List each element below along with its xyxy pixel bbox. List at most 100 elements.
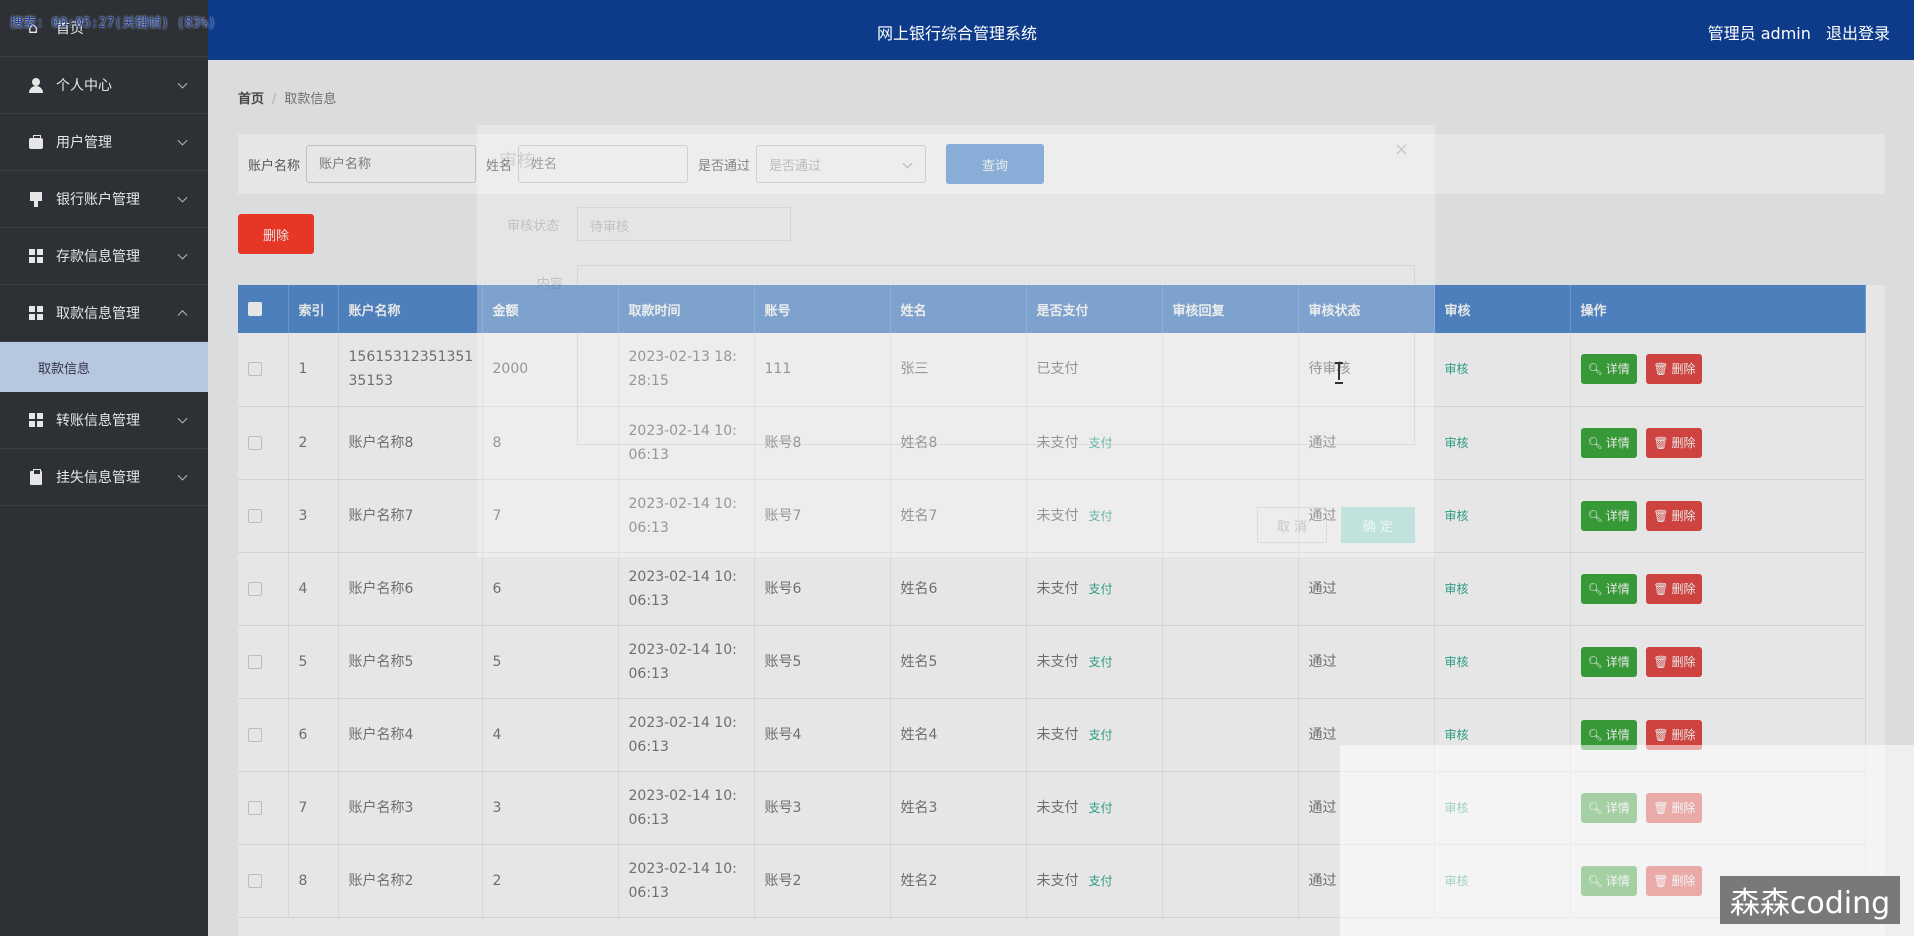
cell-name: 姓名4 (890, 698, 1027, 772)
cell-audit: 审核 (1434, 479, 1571, 553)
cell-account: 账户名称3 (338, 771, 483, 845)
row-checkbox[interactable] (248, 508, 262, 523)
row-checkbox[interactable] (248, 727, 262, 742)
breadcrumb-home[interactable]: 首页 (238, 92, 264, 107)
row-checkbox[interactable] (248, 873, 262, 888)
table-row: 4 账户名称6 6 2023-02-14 10:06:13 账号6 姓名6 未支付 支付 通过审… (238, 552, 1866, 626)
pay-link[interactable]: 支付 (1089, 801, 1113, 815)
sidebar-item-bank-accounts[interactable]: 银行账户管理 (0, 171, 208, 228)
admin-label: 管理员 admin (1707, 24, 1811, 43)
sidebar-item-label: 转账信息管理 (56, 413, 140, 429)
cell-reply (1162, 844, 1299, 918)
pay-link[interactable]: 支付 (1089, 655, 1113, 669)
chevron-down-icon (177, 470, 188, 481)
sidebar-item-withdrawals[interactable]: 取款信息管理 (0, 285, 208, 342)
sidebar-item-transfers[interactable]: 转账信息管理 (0, 392, 208, 449)
sidebar-item-profile[interactable]: 个人中心 (0, 57, 208, 114)
cell-audit: 审核 (1434, 625, 1571, 699)
account-name-input[interactable] (306, 145, 477, 183)
sidebar-item-deposits[interactable]: 存款信息管理 (0, 228, 208, 285)
dialog-confirm-button[interactable]: 确 定 (1341, 507, 1415, 543)
dialog-cancel-button[interactable]: 取 消 (1257, 507, 1327, 543)
grid-icon (28, 248, 44, 264)
cell-actions: 🔍︎详情 🗑︎删除 (1570, 625, 1866, 699)
text-cursor-icon (1335, 362, 1343, 384)
chevron-down-icon (177, 413, 188, 424)
audit-link[interactable]: 审核 (1445, 436, 1469, 450)
detail-label: 详情 (1605, 654, 1630, 669)
sidebar-subitem-label: 取款信息 (38, 361, 91, 377)
cell-index: 5 (288, 625, 339, 699)
row-delete-button[interactable]: 🗑︎删除 (1646, 646, 1703, 677)
cell-actions: 🔍︎详情 🗑︎删除 (1570, 552, 1866, 626)
row-checkbox[interactable] (248, 362, 262, 377)
close-icon[interactable]: × (1394, 139, 1409, 160)
pay-link[interactable]: 支付 (1089, 728, 1113, 742)
sidebar-item-users[interactable]: 用户管理 (0, 114, 208, 171)
row-delete-button[interactable]: 🗑︎删除 (1646, 573, 1703, 604)
chevron-down-icon (177, 78, 188, 89)
detail-button[interactable]: 🔍︎详情 (1580, 646, 1637, 677)
cell-account: 账户名称6 (338, 552, 483, 626)
paid-status: 未支付 (1036, 726, 1079, 743)
delete-label: 删除 (1671, 654, 1696, 669)
sidebar-item-label: 存款信息管理 (56, 249, 140, 265)
clipboard-icon (28, 469, 44, 485)
paid-status: 未支付 (1036, 653, 1079, 670)
pay-link[interactable]: 支付 (1089, 582, 1113, 596)
user-area: 管理员 admin 退出登录 (1698, 20, 1890, 44)
sidebar-item-loss-reports[interactable]: 挂失信息管理 (0, 449, 208, 506)
logout-link[interactable]: 退出登录 (1826, 24, 1890, 43)
cell-acct_no: 账号6 (754, 552, 891, 626)
detail-button[interactable]: 🔍︎详情 (1580, 500, 1637, 531)
breadcrumb: 首页 / 取款信息 (238, 88, 336, 107)
search-icon: 🔍︎ (1587, 435, 1603, 450)
detail-label: 详情 (1605, 581, 1630, 596)
dialog-reply-textarea[interactable] (577, 265, 1415, 445)
briefcase-icon (28, 134, 44, 150)
detail-button[interactable]: 🔍︎详情 (1580, 354, 1637, 385)
select-all-checkbox[interactable] (248, 302, 262, 316)
dialog-status-select[interactable]: 待审核 (577, 207, 791, 241)
audit-link[interactable]: 审核 (1445, 582, 1469, 596)
cell-account: 账户名称7 (338, 479, 483, 553)
cell-name: 姓名5 (890, 625, 1027, 699)
row-checkbox[interactable] (248, 435, 262, 450)
column-header: 索引 (288, 285, 339, 333)
cell-amount: 4 (482, 698, 619, 772)
audit-link[interactable]: 审核 (1445, 655, 1469, 669)
batch-delete-button[interactable]: 删除 (238, 214, 314, 254)
cell-index: 6 (288, 698, 339, 772)
row-delete-button[interactable]: 🗑︎删除 (1646, 427, 1703, 458)
cell-name: 姓名3 (890, 771, 1027, 845)
chevron-up-icon (177, 310, 188, 321)
detail-label: 详情 (1605, 362, 1630, 377)
cell-reply (1162, 698, 1299, 772)
row-checkbox[interactable] (248, 654, 262, 669)
sidebar-item-label: 个人中心 (56, 78, 112, 94)
detail-button[interactable]: 🔍︎详情 (1580, 573, 1637, 604)
row-checkbox[interactable] (248, 581, 262, 596)
cell-time: 2023-02-14 10:06:13 (618, 698, 755, 772)
cell-actions: 🔍︎详情 🗑︎删除 (1570, 333, 1866, 407)
cell-acct_no: 账号4 (754, 698, 891, 772)
row-checkbox-cell (238, 333, 289, 407)
detail-button[interactable]: 🔍︎详情 (1580, 427, 1637, 458)
cell-account: 账户名称5 (338, 625, 483, 699)
row-checkbox-cell (238, 698, 289, 772)
audit-link[interactable]: 审核 (1445, 728, 1469, 742)
row-delete-button[interactable]: 🗑︎删除 (1646, 500, 1703, 531)
breadcrumb-separator: / (272, 92, 277, 107)
trash-icon: 🗑︎ (1653, 435, 1669, 450)
row-delete-button[interactable]: 🗑︎删除 (1646, 354, 1703, 385)
paid-status: 未支付 (1036, 580, 1079, 597)
row-checkbox[interactable] (248, 800, 262, 815)
cell-account: 1561531235135135153 (338, 333, 483, 407)
cell-account: 账户名称4 (338, 698, 483, 772)
cell-audit: 审核 (1434, 333, 1571, 407)
pay-link[interactable]: 支付 (1089, 874, 1113, 888)
audit-link[interactable]: 审核 (1445, 509, 1469, 523)
sidebar-subitem-withdrawal-info[interactable]: 取款信息 (0, 342, 208, 392)
delete-label: 删除 (1671, 727, 1696, 742)
audit-link[interactable]: 审核 (1445, 362, 1469, 376)
